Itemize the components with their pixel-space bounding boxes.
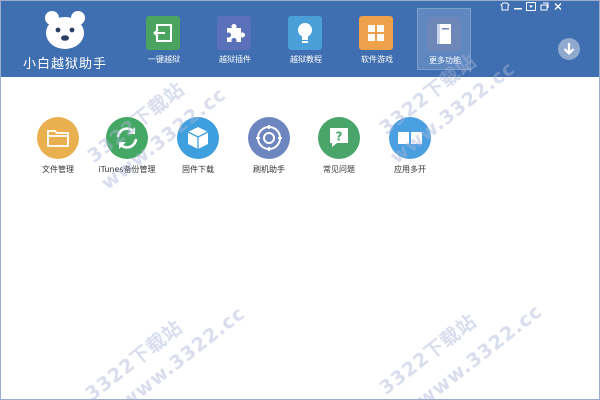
minimize-icon <box>514 8 522 10</box>
skin-icon <box>500 2 510 11</box>
nav-label: 一键越狱 <box>148 55 180 64</box>
svg-text:?: ? <box>336 130 343 144</box>
menu-icon <box>526 2 536 11</box>
gear-icon <box>248 117 290 159</box>
restore-button[interactable] <box>538 1 550 12</box>
skin-button[interactable] <box>499 1 511 12</box>
minimize-button[interactable] <box>512 1 524 12</box>
lightbulb-icon <box>288 16 322 50</box>
close-icon <box>554 3 562 10</box>
brand: 小白越狱助手 <box>1 1 129 77</box>
tool-label: 应用多开 <box>394 165 426 174</box>
tool-faq[interactable]: ? 常见问题 <box>303 117 375 179</box>
nav-item-software[interactable]: 软件游戏 <box>350 8 404 70</box>
arrow-down-icon <box>563 43 575 56</box>
folder-icon <box>37 117 79 159</box>
puzzle-icon <box>217 16 251 50</box>
nav-item-tutorial[interactable]: 越狱教程 <box>279 8 333 70</box>
main-content: 文件管理 iTunes备份管理 固件下载 刷机助手 ? 常见问题 应用多开 <box>1 77 599 399</box>
nav-label: 软件游戏 <box>361 55 393 64</box>
app-title: 小白越狱助手 <box>22 57 107 72</box>
bear-icon <box>44 10 86 50</box>
app-window: 小白越狱助手 一键越狱 越狱插件 越狱教程 软件游戏 更多功能 文件管理 iTu… <box>0 0 600 400</box>
restore-icon <box>540 2 549 11</box>
exit-icon <box>146 16 180 50</box>
nav-item-plugins[interactable]: 越狱插件 <box>208 8 262 70</box>
nav-item-jailbreak[interactable]: 一键越狱 <box>137 8 191 70</box>
menu-button[interactable] <box>525 1 537 12</box>
grid-icon <box>359 16 393 50</box>
book-icon <box>427 17 461 51</box>
question-icon: ? <box>318 117 360 159</box>
nav-label: 越狱教程 <box>290 55 322 64</box>
close-button[interactable] <box>552 1 564 12</box>
download-button[interactable] <box>558 38 580 60</box>
nav-label: 越狱插件 <box>219 55 251 64</box>
